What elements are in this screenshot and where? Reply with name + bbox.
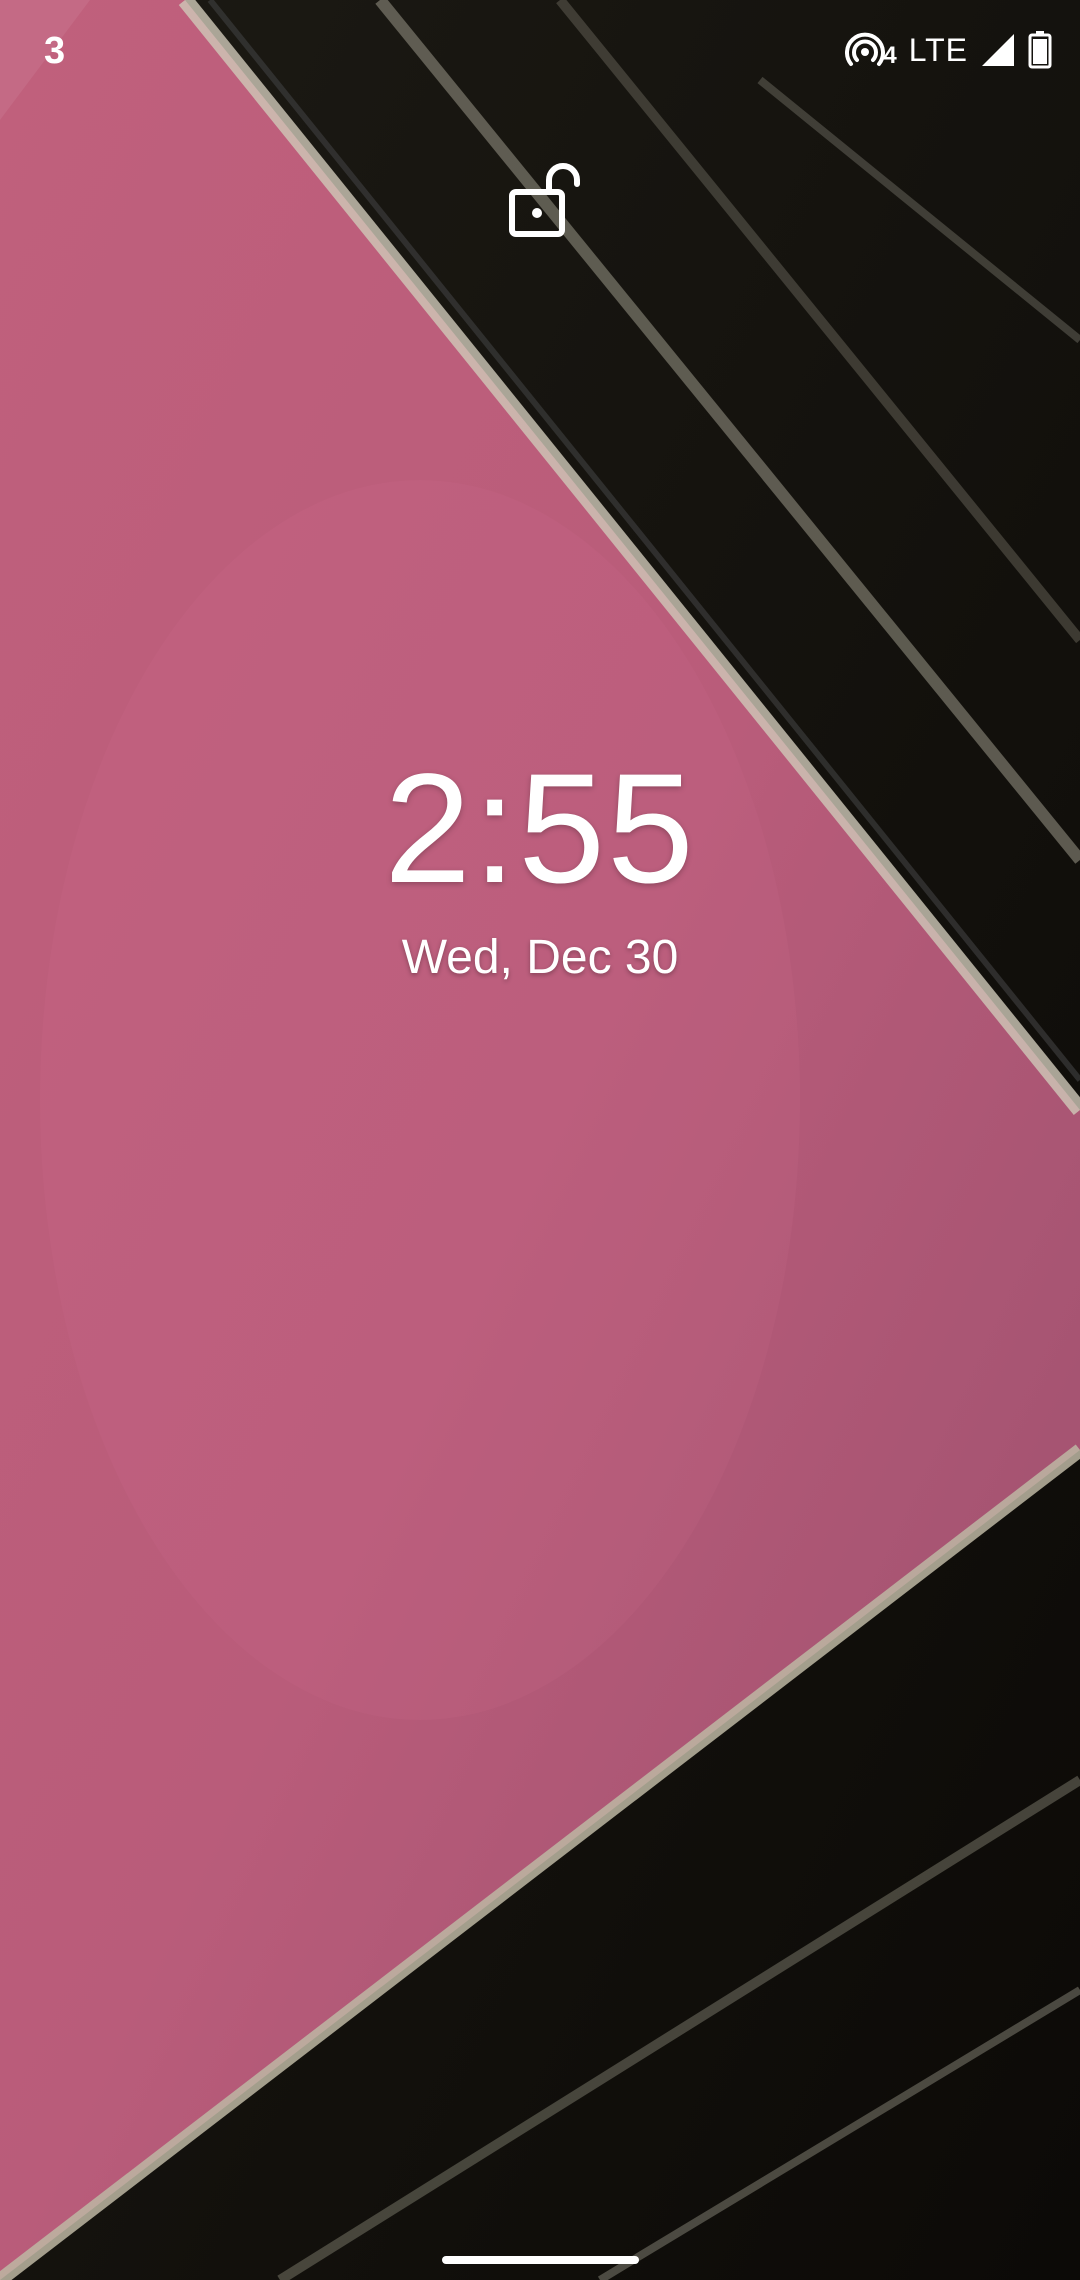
hotspot-icon <box>845 32 886 66</box>
lockscreen-clock: 2:55 <box>384 742 696 916</box>
lockscreen-date: Wed, Dec 30 <box>401 931 679 984</box>
network-type: LTE <box>908 31 968 68</box>
battery-icon <box>1028 31 1052 69</box>
notification-count: 3 <box>44 30 66 72</box>
unlocked-padlock-icon <box>509 163 580 237</box>
hotspot-indicator: 4 <box>845 30 897 70</box>
wallpaper <box>0 0 1080 2280</box>
home-gesture-bar[interactable] <box>442 2256 639 2264</box>
signal-icon <box>982 34 1014 66</box>
status-icons: 4 LTE <box>845 30 1052 70</box>
hotspot-count: 4 <box>883 42 897 69</box>
status-bar: 3 4 LTE <box>0 0 1080 110</box>
